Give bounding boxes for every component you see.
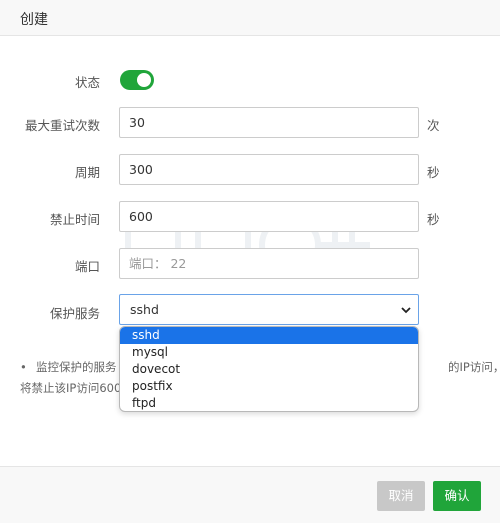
dropdown-option-dovecot[interactable]: dovecot <box>120 361 418 378</box>
period-label: 周期 <box>74 165 100 180</box>
chevron-down-icon <box>401 307 411 314</box>
max-retries-input[interactable]: 30 <box>119 107 419 138</box>
service-label: 保护服务 <box>49 306 100 321</box>
create-dialog: 创建 状态 最大重试次数 30 次 周期 300 秒 禁止时间 600 秒 端口… <box>0 0 500 523</box>
service-dropdown: sshd mysql dovecot postfix ftpd <box>119 326 419 412</box>
tip-text-line1: 监控保护的服务 <box>36 360 117 374</box>
tip-text-line1-end: 的IP访问， <box>448 360 500 374</box>
dropdown-option-ftpd[interactable]: ftpd <box>120 395 418 411</box>
port-input[interactable]: 端口： 22 <box>119 248 419 279</box>
ban-time-label: 禁止时间 <box>49 212 100 227</box>
status-label: 状态 <box>74 75 100 90</box>
dropdown-option-mysql[interactable]: mysql <box>120 344 418 361</box>
max-retries-label: 最大重试次数 <box>24 118 100 133</box>
period-unit: 秒 <box>427 165 440 180</box>
cancel-button[interactable]: 取消 <box>377 481 425 511</box>
dropdown-option-postfix[interactable]: postfix <box>120 378 418 395</box>
toggle-knob <box>137 73 151 87</box>
dialog-footer: 取消 确认 <box>0 466 500 523</box>
dialog-header: 创建 <box>0 0 500 36</box>
dropdown-option-sshd[interactable]: sshd <box>120 327 418 344</box>
ban-time-input[interactable]: 600 <box>119 201 419 232</box>
tip-bullet: • <box>20 360 27 374</box>
ban-time-unit: 秒 <box>427 212 440 227</box>
tip-text-line2: 将禁止该IP访问600 <box>20 381 122 395</box>
max-retries-unit: 次 <box>427 118 440 133</box>
status-toggle[interactable] <box>120 70 154 90</box>
period-input[interactable]: 300 <box>119 154 419 185</box>
dialog-title: 创建 <box>20 12 48 28</box>
confirm-button[interactable]: 确认 <box>433 481 481 511</box>
service-select[interactable]: sshd <box>119 294 419 325</box>
port-label: 端口 <box>74 259 100 274</box>
service-selected-value: sshd <box>130 302 159 317</box>
